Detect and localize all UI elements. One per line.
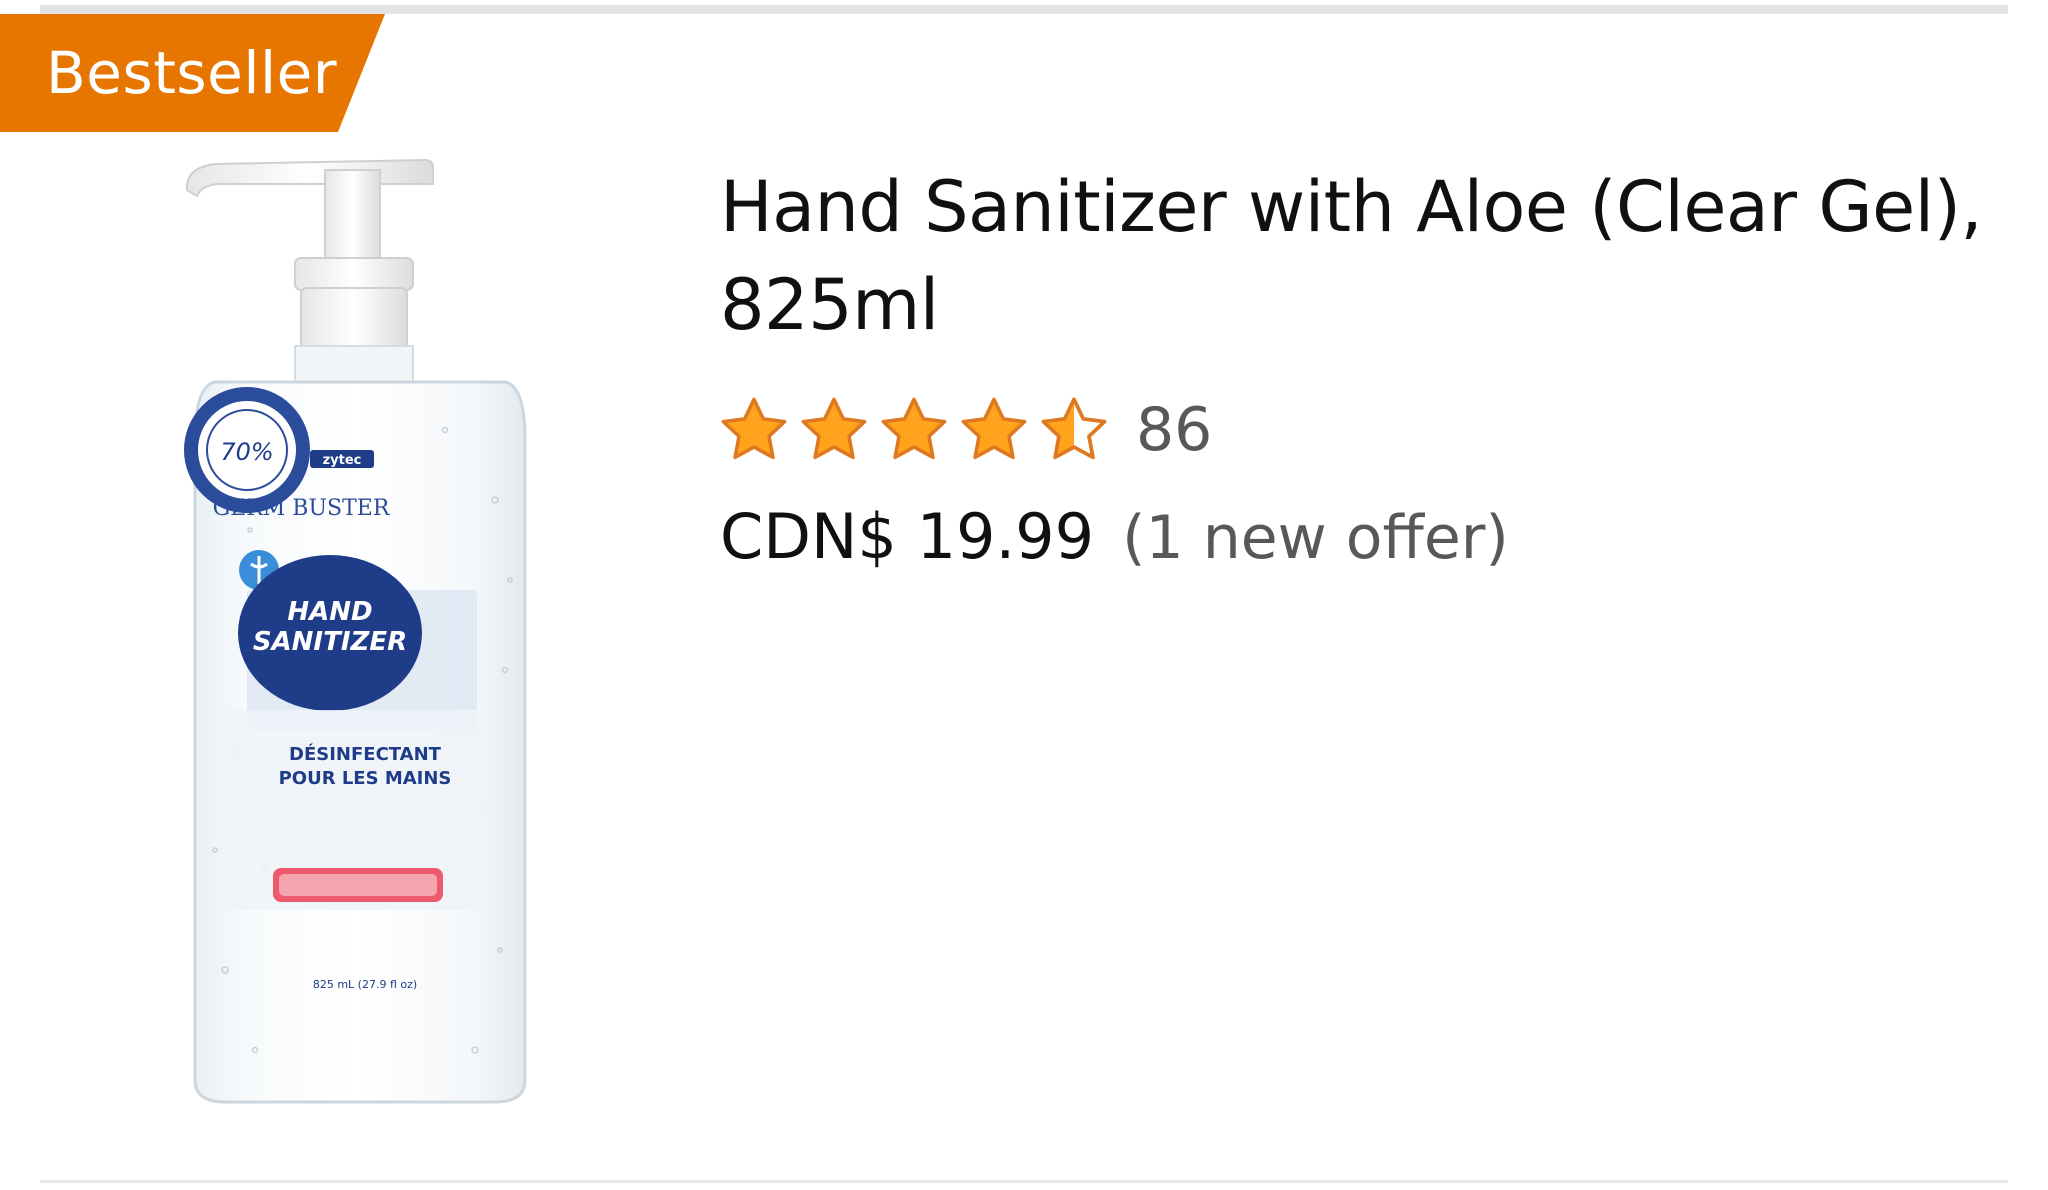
line-text: GERM BUSTER: [213, 496, 391, 521]
rating-count-link[interactable]: 86: [1136, 395, 1212, 465]
brand-text: zytec: [323, 453, 362, 468]
star-half-icon: [1041, 397, 1107, 460]
product-title-link[interactable]: Hand Sanitizer with Aloe (Clear Gel), 82…: [720, 158, 2010, 354]
seal-percent-text: 70%: [220, 438, 273, 466]
bestseller-badge: Bestseller: [0, 14, 385, 132]
bottom-divider: [40, 1180, 2008, 1183]
name-line2-text: SANITIZER: [253, 627, 407, 657]
price-row: CDN$ 19.99 (1 new offer): [720, 500, 1509, 590]
product-image[interactable]: 70% zytec GERM BUSTER HAND SANITIZER DÉS…: [175, 150, 545, 1105]
star-full-icon: [961, 397, 1027, 460]
star-full-icon: [721, 397, 787, 460]
fr-line2-text: POUR LES MAINS: [279, 768, 452, 789]
rating-row[interactable]: 86: [718, 390, 1212, 470]
badge-label: Bestseller: [46, 39, 338, 107]
star-full-icon: [801, 397, 867, 460]
offers-link[interactable]: (1 new offer): [1122, 503, 1509, 573]
name-line1-text: HAND: [287, 597, 372, 627]
volume-text: 825 mL (27.9 fl oz): [313, 978, 417, 991]
product-card[interactable]: Bestseller 70% zytec GERM BUSTER HAND SA…: [0, 0, 2048, 1190]
star-rating[interactable]: [718, 394, 1118, 466]
fr-line1-text: DÉSINFECTANT: [289, 743, 442, 765]
top-divider: [40, 5, 2008, 14]
sanitizer-bottle-image: 70% zytec GERM BUSTER HAND SANITIZER DÉS…: [184, 158, 527, 1104]
price: CDN$ 19.99: [720, 500, 1095, 573]
star-full-icon: [881, 397, 947, 460]
